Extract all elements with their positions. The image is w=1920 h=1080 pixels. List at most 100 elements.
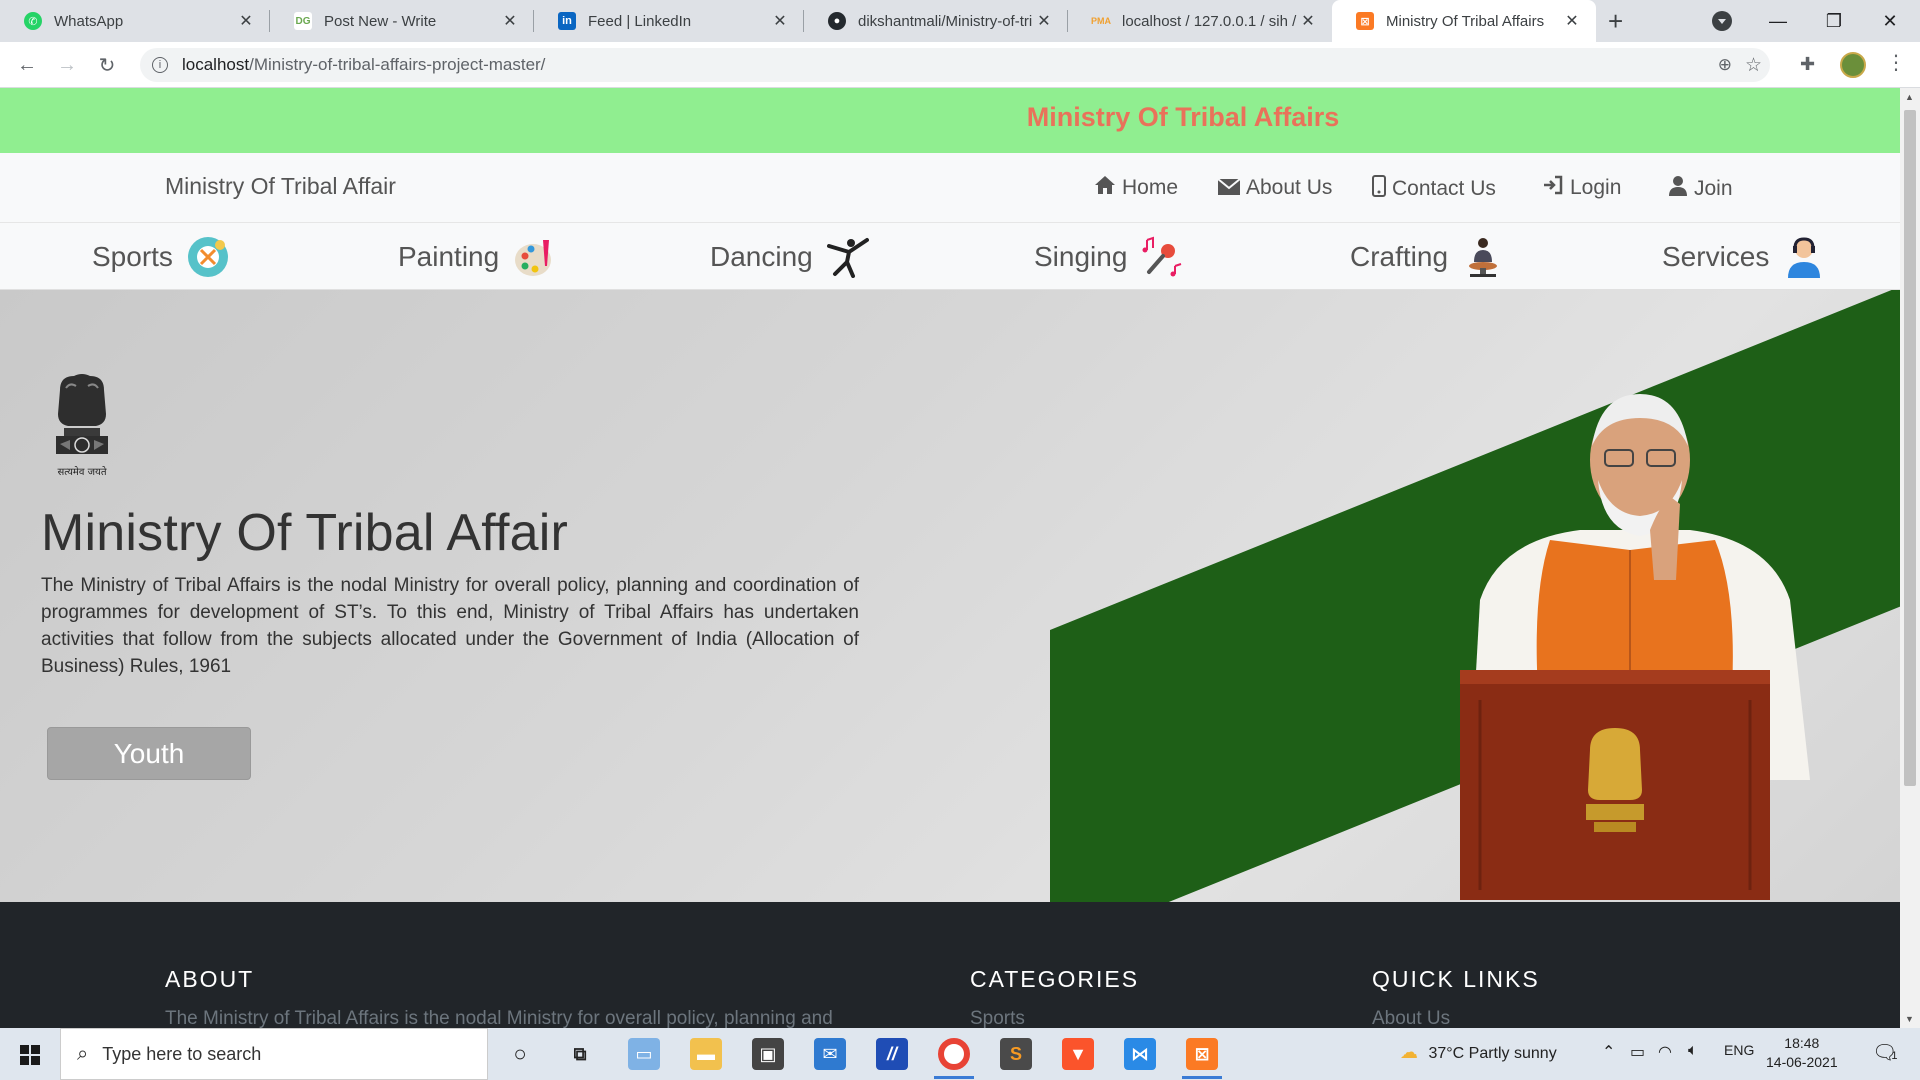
xampp-taskbar-icon[interactable]: ⊠ [1186, 1038, 1218, 1070]
palette-icon [513, 236, 555, 278]
page-scrollbar[interactable]: ▲ ▼ [1900, 88, 1920, 1028]
nav-home[interactable]: Home [1094, 175, 1178, 201]
weather-widget[interactable]: ☁ 37°C Partly sunny [1400, 1042, 1557, 1063]
support-agent-icon [1783, 236, 1825, 278]
category-crafting[interactable]: Crafting [1350, 235, 1504, 279]
envelope-icon [1217, 175, 1241, 201]
linkedin-icon: in [558, 12, 576, 30]
mail-icon[interactable]: ✉ [814, 1038, 846, 1070]
tab-phpmyadmin[interactable]: PMA localhost / 127.0.0.1 / sih / c ✕ [1068, 0, 1332, 42]
chrome-icon[interactable] [938, 1038, 970, 1070]
nav-about[interactable]: About Us [1217, 175, 1333, 201]
site-info-icon[interactable]: i [152, 57, 168, 73]
volume-icon[interactable]: 🔈︎ [1688, 1042, 1698, 1060]
nav-about-label: About Us [1246, 176, 1333, 199]
clock-date: 14-06-2021 [1766, 1054, 1838, 1070]
brave-icon[interactable]: ▼ [1062, 1038, 1094, 1070]
system-clock[interactable]: 18:48 14-06-2021 [1766, 1034, 1838, 1072]
navbar-brand[interactable]: Ministry Of Tribal Affair [165, 173, 396, 200]
window-close-button[interactable]: ✕ [1862, 0, 1918, 42]
github-icon: ● [828, 12, 846, 30]
battery-icon[interactable]: ▭ [1630, 1042, 1645, 1062]
youth-button[interactable]: Youth [47, 727, 251, 780]
tab-post-new[interactable]: DG Post New - Write ✕ [270, 0, 534, 42]
tab-whatsapp[interactable]: ✆ WhatsApp ✕ [0, 0, 270, 42]
pc-icon[interactable]: ▭ [628, 1038, 660, 1070]
nav-login[interactable]: Login [1542, 175, 1621, 201]
forward-button[interactable]: → [52, 50, 82, 80]
tab-ministry-active[interactable]: ⊠ Ministry Of Tribal Affairs ✕ [1332, 0, 1596, 42]
nav-join[interactable]: Join [1668, 175, 1733, 203]
category-dancing[interactable]: Dancing [710, 235, 869, 279]
nav-contact-label: Contact Us [1392, 177, 1496, 200]
category-label: Sports [92, 241, 173, 272]
tab-title: WhatsApp [54, 12, 124, 30]
tab-title: localhost / 127.0.0.1 / sih / c [1122, 12, 1298, 30]
close-icon[interactable]: ✕ [1298, 11, 1318, 31]
restore-button[interactable]: ❐ [1806, 0, 1862, 42]
hero-description: The Ministry of Tribal Affairs is the no… [41, 575, 859, 677]
weather-text: 37°C Partly sunny [1428, 1045, 1557, 1062]
close-icon[interactable]: ✕ [770, 11, 790, 31]
scroll-up-arrow-icon[interactable]: ▲ [1905, 92, 1914, 102]
browser-menu-icon[interactable]: ⋮ [1886, 50, 1906, 75]
language-indicator[interactable]: ENG [1724, 1042, 1754, 1058]
url-bar[interactable]: i localhost/Ministry-of-tribal-affairs-p… [140, 48, 1770, 82]
nav-contact[interactable]: Contact Us [1372, 175, 1496, 203]
category-services[interactable]: Services [1662, 235, 1825, 279]
taskbar-search-box[interactable]: ⌕ Type here to search [60, 1028, 488, 1080]
close-icon[interactable]: ✕ [500, 11, 520, 31]
minimize-button[interactable]: — [1750, 0, 1806, 42]
footer-quick-link[interactable]: About Us [1372, 1008, 1450, 1028]
close-icon[interactable]: ✕ [236, 11, 256, 31]
task-view-icon[interactable]: ⧉ [564, 1038, 596, 1070]
close-icon[interactable]: ✕ [1034, 11, 1054, 31]
chrome-active-indicator [934, 1076, 974, 1079]
bookmark-star-icon[interactable]: ☆ [1745, 54, 1762, 77]
ball-icon [187, 236, 229, 278]
zoom-icon[interactable]: ⊕ [1718, 55, 1732, 75]
file-explorer-icon[interactable]: ▬ [690, 1038, 722, 1070]
home-icon [1094, 175, 1116, 201]
scroll-down-arrow-icon[interactable]: ▼ [1905, 1014, 1914, 1024]
wifi-icon[interactable]: ◠ [1658, 1042, 1672, 1062]
category-label: Singing [1034, 241, 1128, 272]
category-label: Painting [398, 241, 500, 272]
vscode-icon[interactable]: ⋈ [1124, 1038, 1156, 1070]
tab-linkedin[interactable]: in Feed | LinkedIn ✕ [534, 0, 804, 42]
emblem-caption: सत्यमेव जयते [57, 467, 107, 478]
app-icon[interactable]: // [876, 1038, 908, 1070]
microphone-icon [1141, 236, 1183, 278]
category-singing[interactable]: Singing [1034, 235, 1183, 279]
cortana-icon[interactable]: ○ [504, 1038, 536, 1070]
notifications-icon[interactable]: 🗨︎1 [1872, 1040, 1898, 1065]
category-painting[interactable]: Painting [398, 235, 555, 279]
national-emblem-logo: सत्यमेव जयते [40, 370, 124, 480]
tab-title: Feed | LinkedIn [588, 12, 692, 30]
tab-github[interactable]: ● dikshantmali/Ministry-of-tri ✕ [804, 0, 1068, 42]
category-sports[interactable]: Sports [92, 235, 229, 279]
tab-search-icon[interactable] [1712, 11, 1732, 31]
category-label: Dancing [710, 241, 813, 272]
footer-categories-title: CATEGORIES [970, 966, 1140, 992]
extensions-puzzle-icon[interactable]: ✚ [1800, 54, 1815, 75]
partly-sunny-icon: ☁ [1400, 1042, 1418, 1062]
tray-chevron-icon[interactable]: ⌃ [1602, 1042, 1615, 1062]
pottery-icon [1462, 236, 1504, 278]
sublime-text-icon[interactable]: S [1000, 1038, 1032, 1070]
back-button[interactable]: ← [12, 50, 42, 80]
close-icon[interactable]: ✕ [1562, 11, 1582, 31]
main-navbar: Ministry Of Tribal Affair Home About Us … [0, 153, 1900, 223]
reload-button[interactable]: ↻ [92, 50, 122, 80]
profile-avatar[interactable] [1840, 52, 1866, 78]
new-tab-button[interactable]: + [1608, 6, 1623, 37]
phone-icon [1372, 175, 1386, 203]
speaker-photo [1440, 380, 1820, 900]
phpmyadmin-icon: PMA [1091, 16, 1111, 26]
footer-category-link[interactable]: Sports [970, 1008, 1025, 1028]
windows-start-icon[interactable] [20, 1045, 40, 1065]
windows-taskbar: ⌕ Type here to search ○ ⧉ ▭ ▬ ▣ ✉ // S ▼… [0, 1028, 1920, 1080]
store-icon[interactable]: ▣ [752, 1038, 784, 1070]
scrollbar-thumb[interactable] [1904, 110, 1916, 786]
banner-title: Ministry Of Tribal Affairs [1026, 102, 1340, 132]
